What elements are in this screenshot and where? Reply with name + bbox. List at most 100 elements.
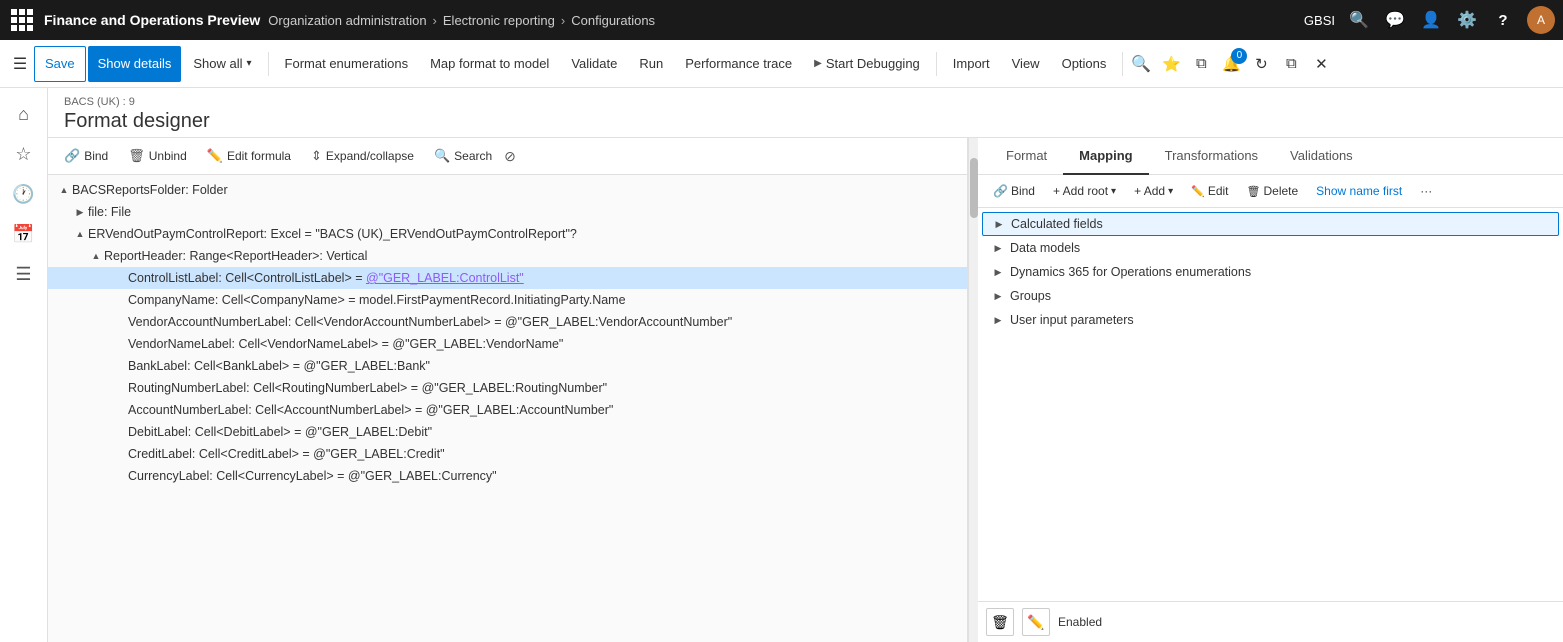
tree-toggle-icon[interactable]: ▲ [72,226,88,242]
chat-icon[interactable]: 💬 [1383,8,1407,32]
start-debugging-button[interactable]: ▶ Start Debugging [804,46,930,82]
breadcrumb-item-1[interactable]: Organization administration [268,13,426,28]
unbind-icon: 🗑 [128,148,145,164]
ds-item-dynamics-enumerations[interactable]: ▶ Dynamics 365 for Operations enumeratio… [978,260,1563,284]
edit-mapping-icon: ✏️ [1191,185,1205,198]
ds-toggle-icon[interactable]: ▶ [990,312,1006,328]
edit-icon: ✏️ [207,148,223,164]
add-root-button[interactable]: + Add root ▾ [1046,181,1123,201]
refresh-icon[interactable]: ↻ [1249,52,1273,76]
tree-item[interactable]: ▲ ERVendOutPaymControlReport: Excel = "B… [48,223,967,245]
toolbar-separator-3 [1122,52,1123,76]
avatar[interactable]: A [1527,6,1555,34]
show-name-first-button[interactable]: Show name first [1309,181,1409,201]
favorite-icon[interactable]: ⭐ [1159,52,1183,76]
main-toolbar: ☰ Save Show details Show all ▾ Format en… [0,40,1563,88]
ds-item-label: Calculated fields [1011,217,1550,231]
delete-mapping-icon: 🗑 [1247,185,1261,198]
ds-toggle-icon[interactable]: ▶ [991,216,1007,232]
tree-item[interactable]: ▲ ReportHeader: Range<ReportHeader>: Ver… [48,245,967,267]
apps-button[interactable] [8,6,36,34]
unbind-button[interactable]: 🗑 Unbind [120,144,195,168]
tab-mapping[interactable]: Mapping [1063,138,1148,175]
tree-item[interactable]: VendorAccountNumberLabel: Cell<VendorAcc… [48,311,967,333]
search-button[interactable]: 🔍 Search [426,144,500,168]
ds-item-calculated-fields[interactable]: ▶ Calculated fields [982,212,1559,236]
mapping-bind-icon: 🔗 [993,184,1008,198]
page-title: Format designer [64,110,1547,133]
validate-button[interactable]: Validate [561,46,627,82]
app-title: Finance and Operations Preview [44,12,260,28]
toolbar-separator-2 [936,52,937,76]
view-button[interactable]: View [1002,46,1050,82]
scrollbar-thumb[interactable] [970,158,978,218]
tree-item[interactable]: DebitLabel: Cell<DebitLabel> = @"GER_LAB… [48,421,967,443]
ds-item-user-input-params[interactable]: ▶ User input parameters [978,308,1563,332]
format-tree: ▲ BACSReportsFolder: Folder ▶ file: File… [48,175,967,642]
edit-mapping-button[interactable]: ✏️ Edit [1184,181,1235,201]
settings-icon[interactable]: ⚙️ [1455,8,1479,32]
breadcrumb-item-2[interactable]: Electronic reporting [443,13,555,28]
run-button[interactable]: Run [629,46,673,82]
org-label: GBSI [1304,13,1335,28]
tab-format[interactable]: Format [990,138,1063,175]
sidebar-home-icon[interactable]: ⌂ [6,96,42,132]
tree-toggle-icon[interactable]: ▲ [88,248,104,264]
delete-bottom-button[interactable]: 🗑 [986,608,1014,636]
tree-item-selected[interactable]: ControlListLabel: Cell<ControlListLabel>… [48,267,967,289]
ds-toggle-icon[interactable]: ▶ [990,288,1006,304]
format-enumerations-button[interactable]: Format enumerations [275,46,419,82]
performance-trace-button[interactable]: Performance trace [675,46,802,82]
map-format-to-model-button[interactable]: Map format to model [420,46,559,82]
search-nav-icon[interactable]: 🔍 [1347,8,1371,32]
content-area: BACS (UK) : 9 Format designer 🔗 Bind 🗑 U… [48,88,1563,642]
import-button[interactable]: Import [943,46,1000,82]
tree-item[interactable]: ▶ file: File [48,201,967,223]
filter-icon-left[interactable]: ⊘ [504,148,516,165]
ds-item-groups[interactable]: ▶ Groups [978,284,1563,308]
enabled-label: Enabled [1058,615,1102,629]
tree-item[interactable]: CurrencyLabel: Cell<CurrencyLabel> = @"G… [48,465,967,487]
sidebar-calendar-icon[interactable]: 📅 [6,216,42,252]
tree-item[interactable]: CreditLabel: Cell<CreditLabel> = @"GER_L… [48,443,967,465]
tree-item[interactable]: ▲ BACSReportsFolder: Folder [48,179,967,201]
mapping-toolbar: 🔗 Bind + Add root ▾ + Add ▾ ✏️ Edit [978,175,1563,208]
tab-transformations[interactable]: Transformations [1149,138,1274,175]
mapping-bind-button[interactable]: 🔗 Bind [986,181,1042,201]
bind-button[interactable]: 🔗 Bind [56,144,116,168]
hamburger-menu-icon[interactable]: ☰ [8,52,32,76]
tree-toggle-icon[interactable]: ▲ [56,182,72,198]
sidebar-favorites-icon[interactable]: ☆ [6,136,42,172]
add-button[interactable]: + Add ▾ [1127,181,1180,201]
more-options-button[interactable]: ··· [1413,181,1439,201]
sidebar-list-icon[interactable]: ☰ [6,256,42,292]
person-icon[interactable]: 👤 [1419,8,1443,32]
options-button[interactable]: Options [1052,46,1117,82]
save-button[interactable]: Save [34,46,86,82]
edit-bottom-button[interactable]: ✏️ [1022,608,1050,636]
delete-mapping-button[interactable]: 🗑 Delete [1240,181,1306,201]
vertical-scrollbar[interactable] [968,138,978,642]
datasource-tree: ▶ Calculated fields ▶ Data models ▶ Dyna… [978,208,1563,601]
close-icon[interactable]: ✕ [1309,52,1333,76]
tree-item[interactable]: RoutingNumberLabel: Cell<RoutingNumberLa… [48,377,967,399]
show-details-button[interactable]: Show details [88,46,182,82]
sidebar-recent-icon[interactable]: 🕐 [6,176,42,212]
search-toolbar-icon[interactable]: 🔍 [1129,52,1153,76]
tree-toggle-icon[interactable]: ▶ [72,204,88,220]
ds-toggle-icon[interactable]: ▶ [990,264,1006,280]
edit-formula-button[interactable]: ✏️ Edit formula [199,144,299,168]
open-new-icon[interactable]: ⧉ [1279,52,1303,76]
expand-collapse-button[interactable]: ⇕ Expand/collapse [303,144,422,168]
tree-item[interactable]: CompanyName: Cell<CompanyName> = model.F… [48,289,967,311]
expand-icon[interactable]: ⧉ [1189,52,1213,76]
ds-toggle-icon[interactable]: ▶ [990,240,1006,256]
breadcrumb-item-3[interactable]: Configurations [571,13,655,28]
tree-item[interactable]: BankLabel: Cell<BankLabel> = @"GER_LABEL… [48,355,967,377]
show-all-button[interactable]: Show all ▾ [183,46,261,82]
help-icon[interactable]: ? [1491,8,1515,32]
ds-item-data-models[interactable]: ▶ Data models [978,236,1563,260]
tree-item[interactable]: VendorNameLabel: Cell<VendorNameLabel> =… [48,333,967,355]
tree-item[interactable]: AccountNumberLabel: Cell<AccountNumberLa… [48,399,967,421]
tab-validations[interactable]: Validations [1274,138,1369,175]
